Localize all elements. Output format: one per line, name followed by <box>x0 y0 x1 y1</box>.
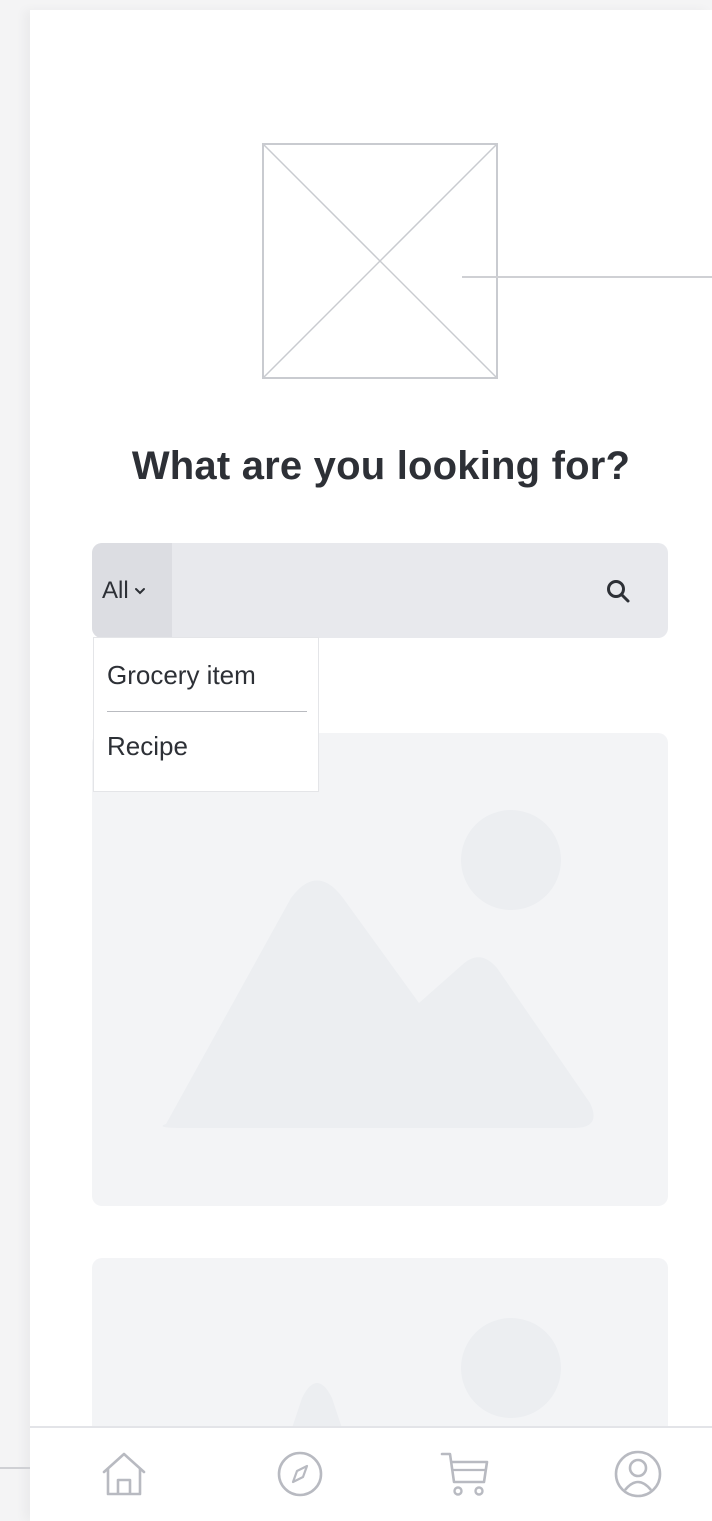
page-title: What are you looking for? <box>131 444 631 488</box>
search-bar: All <box>92 543 668 638</box>
dropdown-option-grocery-item[interactable]: Grocery item <box>107 660 256 691</box>
category-select[interactable]: All <box>92 543 172 638</box>
home-icon[interactable] <box>98 1448 150 1500</box>
user-icon[interactable] <box>612 1448 664 1500</box>
dropdown-option-recipe[interactable]: Recipe <box>107 731 188 762</box>
content-card[interactable] <box>92 733 668 1206</box>
search-input[interactable] <box>174 543 598 638</box>
category-select-value: All <box>102 576 129 604</box>
image-placeholder-icon <box>262 143 498 379</box>
bottom-nav <box>30 1426 712 1521</box>
search-icon[interactable] <box>604 577 634 607</box>
chevron-down-icon <box>134 587 146 595</box>
category-dropdown: Grocery item Recipe <box>93 637 319 792</box>
dropdown-divider <box>107 711 307 712</box>
image-placeholder-icon <box>162 810 594 1128</box>
phone-screen: What are you looking for? All Grocery it… <box>30 10 712 1521</box>
cart-icon[interactable] <box>440 1448 492 1500</box>
annotation-line-right <box>462 276 712 278</box>
compass-icon[interactable] <box>274 1448 326 1500</box>
